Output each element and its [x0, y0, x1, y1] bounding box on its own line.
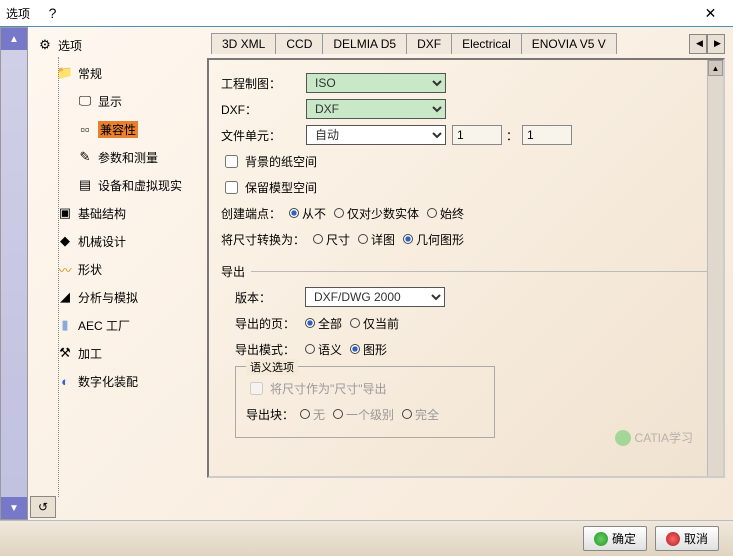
drawing-label: 工程制图：	[221, 75, 306, 92]
unit-num2[interactable]	[522, 125, 572, 145]
tree-scrollbar[interactable]: ▲ ▼	[0, 27, 28, 520]
mode-label: 导出模式：	[235, 341, 305, 358]
unit-sep: ：	[506, 127, 518, 144]
cancel-icon	[666, 532, 680, 546]
dxf-panel: ▲ 工程制图： ISO DXF： DXF 文件单元： 自动 ： 背景的纸空间 保…	[207, 58, 725, 478]
dim-dim[interactable]: 尺寸	[313, 231, 350, 248]
bg-paper-checkbox[interactable]: 背景的纸空间	[221, 152, 317, 171]
tree-display[interactable]: 🖵显示	[28, 87, 203, 115]
ep-always[interactable]: 始终	[427, 205, 464, 222]
tree-infra[interactable]: ▣基础结构	[28, 199, 203, 227]
cancel-button[interactable]: 取消	[655, 526, 719, 551]
block-label: 导出块：	[246, 406, 294, 423]
block-one: 一个级别	[333, 406, 394, 423]
tab-3dxml[interactable]: 3D XML	[211, 33, 276, 54]
scroll-up-icon[interactable]: ▲	[1, 28, 27, 50]
compat-icon: ▫▫	[76, 121, 94, 137]
tree-proc[interactable]: ⚒加工	[28, 339, 203, 367]
vr-icon: ▤	[76, 177, 94, 193]
dim-geom[interactable]: 几何图形	[403, 231, 464, 248]
dxf-select[interactable]: DXF	[306, 99, 446, 119]
tab-dxf[interactable]: DXF	[406, 33, 452, 54]
tree-aec[interactable]: ▮AEC 工厂	[28, 311, 203, 339]
window-title: 选项	[6, 5, 30, 22]
help-button[interactable]: ?	[30, 0, 75, 26]
tab-enovia[interactable]: ENOVIA V5 V	[521, 33, 617, 54]
reset-button[interactable]: ↺	[30, 496, 56, 518]
tab-strip: 3D XML CCD DELMIA D5 DXF Electrical ENOV…	[207, 33, 725, 54]
export-title: 导出	[221, 263, 245, 280]
sem-legend: 语义选项	[246, 359, 298, 375]
create-ep-label: 创建端点：	[221, 205, 281, 222]
display-icon: 🖵	[76, 93, 94, 109]
block-full: 完全	[402, 406, 439, 423]
ep-never[interactable]: 从不	[289, 205, 326, 222]
scroll-down-icon[interactable]: ▼	[1, 497, 27, 519]
tree-general[interactable]: 📁常规	[28, 59, 203, 87]
watermark: CATIA学习	[615, 429, 693, 446]
close-button[interactable]: ✕	[688, 0, 733, 26]
version-label: 版本：	[235, 289, 305, 306]
tree-params[interactable]: ✎参数和测量	[28, 143, 203, 171]
tree-mech[interactable]: ◆机械设计	[28, 227, 203, 255]
version-select[interactable]: DXF/DWG 2000	[305, 287, 445, 307]
unit-label: 文件单元：	[221, 127, 306, 144]
drawing-select[interactable]: ISO	[306, 73, 446, 93]
options-tree: ⚙选项 📁常规 🖵显示 ▫▫兼容性 ✎参数和测量 ▤设备和虚拟现实 ▣基础结构 …	[28, 27, 203, 520]
tab-delmia[interactable]: DELMIA D5	[322, 33, 407, 54]
mode-semantic[interactable]: 语义	[305, 341, 342, 358]
options-icon: ⚙	[36, 37, 54, 53]
tree-shape[interactable]: 〰形状	[28, 255, 203, 283]
unit-num1[interactable]	[452, 125, 502, 145]
unit-select[interactable]: 自动	[306, 125, 446, 145]
ok-button[interactable]: 确定	[583, 526, 647, 551]
tree-compat[interactable]: ▫▫兼容性	[28, 115, 203, 143]
tree-digit[interactable]: ◐数字化装配	[28, 367, 203, 395]
block-none: 无	[300, 406, 325, 423]
tree-devices[interactable]: ▤设备和虚拟现实	[28, 171, 203, 199]
tab-next[interactable]: ▶	[707, 34, 725, 54]
ep-few[interactable]: 仅对少数实体	[334, 205, 419, 222]
sem-dim-checkbox: 将尺寸作为"尺寸"导出	[246, 379, 387, 398]
tab-ccd[interactable]: CCD	[275, 33, 323, 54]
panel-scrollbar[interactable]: ▲	[707, 60, 723, 476]
scroll-up-icon[interactable]: ▲	[708, 60, 723, 76]
tree-analysis[interactable]: ◢分析与模拟	[28, 283, 203, 311]
params-icon: ✎	[76, 149, 94, 165]
ok-icon	[594, 532, 608, 546]
dxf-label: DXF：	[221, 101, 306, 118]
convert-dim-label: 将尺寸转换为：	[221, 231, 305, 248]
pages-current[interactable]: 仅当前	[350, 315, 399, 332]
pages-all[interactable]: 全部	[305, 315, 342, 332]
mode-graphic[interactable]: 图形	[350, 341, 387, 358]
dim-detail[interactable]: 详图	[358, 231, 395, 248]
pages-label: 导出的页：	[235, 315, 305, 332]
tab-prev[interactable]: ◀	[689, 34, 707, 54]
tree-root[interactable]: ⚙选项	[28, 31, 203, 59]
keep-model-checkbox[interactable]: 保留模型空间	[221, 178, 317, 197]
tab-electrical[interactable]: Electrical	[451, 33, 522, 54]
